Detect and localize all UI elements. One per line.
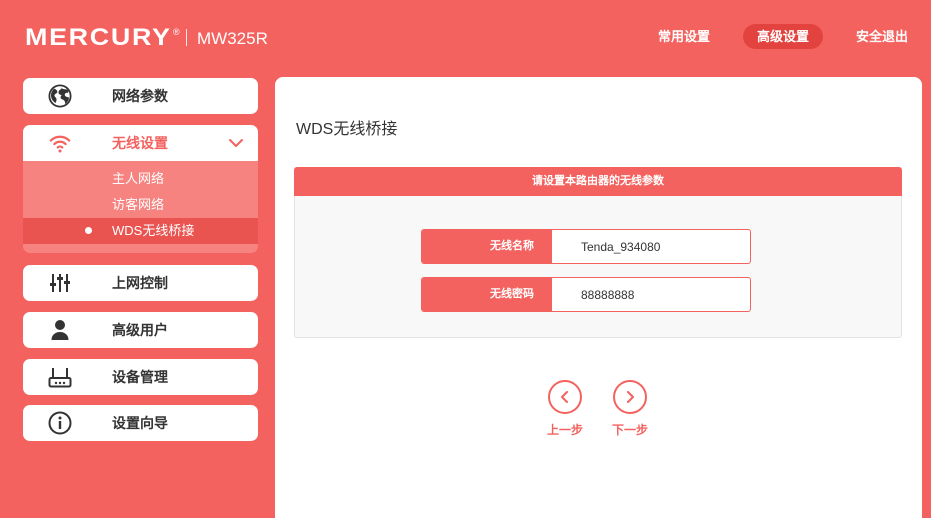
- sidebar-item-label: 上网控制: [112, 275, 168, 291]
- router-icon: [48, 365, 72, 389]
- chevron-left-icon: [561, 391, 568, 403]
- next-step-label[interactable]: 下一步: [608, 423, 652, 437]
- globe-icon: [48, 84, 72, 108]
- next-step-button[interactable]: 下一步: [608, 380, 652, 442]
- chevron-right-icon: [627, 391, 634, 403]
- registered-mark: ®: [173, 27, 180, 37]
- ssid-input[interactable]: [552, 230, 750, 263]
- submenu-item-guest-network[interactable]: 访客网络: [23, 192, 258, 218]
- sidebar-item-access-control[interactable]: 上网控制: [23, 265, 258, 301]
- ssid-field: 无线名称: [421, 229, 751, 264]
- sliders-icon: [48, 271, 72, 295]
- sidebar-item-setup-wizard[interactable]: 设置向导: [23, 405, 258, 441]
- ssid-label: 无线名称: [422, 230, 552, 263]
- sidebar-item-label: 设置向导: [112, 415, 168, 431]
- submenu-item-label: 主人网络: [112, 171, 165, 186]
- prev-step-circle[interactable]: [548, 380, 582, 414]
- password-label: 无线密码: [422, 278, 552, 311]
- sidebar-item-label: 设备管理: [112, 369, 168, 385]
- sidebar-item-advanced-user[interactable]: 高级用户: [23, 312, 258, 348]
- router-admin-page: MERCURY ® MW325R 常用设置 高级设置 安全退出 网络参数 无线设…: [0, 0, 931, 518]
- sidebar-item-label: 无线设置: [112, 135, 168, 151]
- wireless-submenu: 主人网络 访客网络 WDS无线桥接: [23, 161, 258, 253]
- user-icon: [48, 318, 72, 342]
- sidebar-item-label: 高级用户: [112, 322, 168, 338]
- submenu-item-label: 访客网络: [112, 197, 165, 212]
- box-header: 请设置本路由器的无线参数: [294, 167, 902, 196]
- prev-step-label[interactable]: 上一步: [543, 423, 587, 437]
- password-field: 无线密码: [421, 277, 751, 312]
- submenu-item-wds-bridge[interactable]: WDS无线桥接: [23, 218, 258, 244]
- password-input[interactable]: [552, 278, 750, 311]
- info-icon: [48, 411, 72, 435]
- selected-bullet-icon: [85, 227, 92, 234]
- content-panel: WDS无线桥接 请设置本路由器的无线参数 无线名称 无线密码 上一步: [275, 77, 922, 518]
- submenu-item-main-network[interactable]: 主人网络: [23, 166, 258, 192]
- brand-logo: MERCURY: [25, 24, 172, 51]
- prev-step-button[interactable]: 上一步: [543, 380, 587, 442]
- nav-common-settings[interactable]: 常用设置: [658, 24, 710, 49]
- sidebar-item-label: 网络参数: [112, 88, 168, 104]
- logout-button[interactable]: 安全退出: [856, 24, 908, 49]
- page-title: WDS无线桥接: [296, 121, 398, 138]
- sidebar-item-device-management[interactable]: 设备管理: [23, 359, 258, 395]
- submenu-item-label: WDS无线桥接: [112, 223, 195, 238]
- nav-advanced-settings[interactable]: 高级设置: [743, 24, 823, 49]
- wifi-icon: [48, 131, 72, 155]
- chevron-down-icon[interactable]: [229, 139, 243, 147]
- next-step-circle[interactable]: [613, 380, 647, 414]
- box-body: 无线名称 无线密码: [294, 196, 902, 338]
- sidebar-item-wireless[interactable]: 无线设置: [23, 125, 258, 161]
- logo-divider: [186, 29, 187, 46]
- wireless-params-box: 请设置本路由器的无线参数 无线名称 无线密码: [294, 167, 902, 338]
- sidebar-item-network[interactable]: 网络参数: [23, 78, 258, 114]
- model-name: MW325R: [197, 29, 268, 48]
